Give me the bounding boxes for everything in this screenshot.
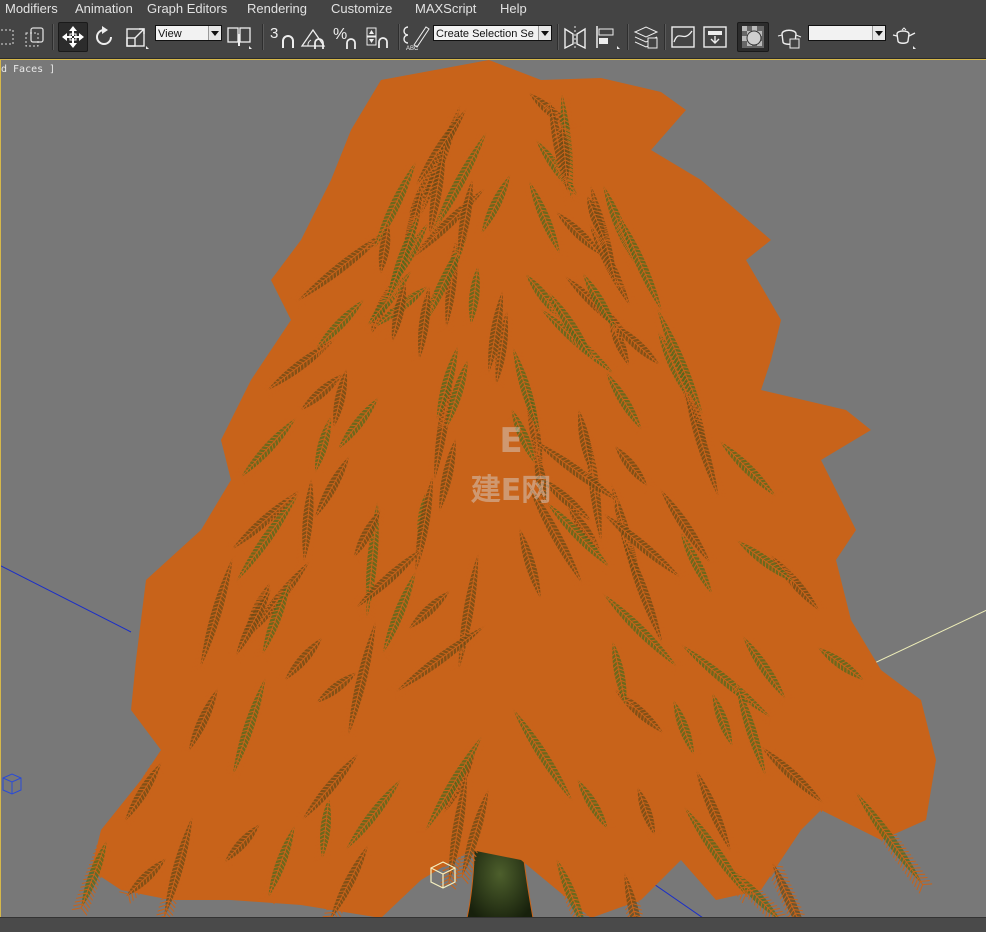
reference-coordinate-value: View	[158, 28, 182, 40]
menu-rendering[interactable]: Rendering	[247, 1, 307, 16]
menu-customize[interactable]: Customize	[331, 1, 392, 16]
render-preset-dropdown[interactable]	[808, 25, 886, 41]
main-toolbar: View 3 % ABC Create Selection Se	[0, 18, 986, 59]
menu-animation[interactable]: Animation	[75, 1, 133, 16]
layer-manager-icon[interactable]	[631, 22, 661, 52]
svg-text:%: %	[333, 26, 347, 43]
menu-maxscript[interactable]: MAXScript	[415, 1, 476, 16]
svg-text:E: E	[499, 421, 522, 461]
scale-icon[interactable]	[122, 22, 152, 52]
x-axis-line	[1, 565, 132, 633]
named-selection-placeholder: Create Selection Se	[436, 28, 534, 40]
perspective-viewport[interactable]: E 建E网 d Faces ]	[0, 59, 986, 917]
toolbar-separator	[52, 24, 54, 50]
viewport-scene[interactable]: E 建E网	[1, 60, 986, 917]
render-setup-icon[interactable]	[775, 22, 805, 52]
toolbar-separator	[398, 24, 400, 50]
toolbar-separator	[627, 24, 629, 50]
select-and-move-button[interactable]	[58, 22, 88, 52]
reference-coordinate-dropdown[interactable]: View	[155, 25, 222, 41]
select-region-icon[interactable]	[0, 22, 18, 52]
rotate-icon[interactable]	[90, 22, 118, 52]
toolbar-separator	[557, 24, 559, 50]
chevron-down-icon	[538, 26, 551, 40]
window-crossing-icon[interactable]	[22, 22, 48, 52]
percent-snap-icon[interactable]: %	[331, 22, 361, 52]
pivot-point-icon[interactable]	[224, 22, 254, 52]
svg-text:ABC: ABC	[406, 46, 419, 51]
schematic-view-icon[interactable]	[700, 22, 730, 52]
angle-snap-icon[interactable]	[299, 22, 329, 52]
mirror-icon[interactable]	[561, 22, 589, 52]
material-editor-button[interactable]	[737, 22, 769, 52]
menu-modifiers[interactable]: Modifiers	[5, 1, 58, 16]
spinner-snap-icon[interactable]	[363, 22, 393, 52]
menu-bar: Modifiers Animation Graph Editors Render…	[0, 0, 986, 18]
align-icon[interactable]	[592, 22, 624, 52]
viewport-label[interactable]: d Faces ]	[1, 64, 55, 75]
snap-dimension-text: 3	[270, 25, 278, 42]
named-selection-sets-dropdown[interactable]: Create Selection Se	[433, 25, 552, 41]
curve-editor-icon[interactable]	[668, 22, 698, 52]
status-bar	[0, 917, 986, 932]
render-teapot-icon[interactable]	[889, 22, 919, 52]
watermark-text: 建E网	[471, 473, 552, 508]
menu-help[interactable]: Help	[500, 1, 527, 16]
toolbar-separator	[262, 24, 264, 50]
toolbar-separator	[664, 24, 666, 50]
chevron-down-icon	[208, 26, 221, 40]
viewcube-icon[interactable]	[2, 773, 22, 795]
menu-graph-editors[interactable]: Graph Editors	[147, 1, 227, 16]
edit-named-selection-icon[interactable]: ABC	[402, 22, 432, 52]
snap-toggle-icon[interactable]: 3	[268, 22, 298, 52]
chevron-down-icon	[872, 26, 885, 40]
